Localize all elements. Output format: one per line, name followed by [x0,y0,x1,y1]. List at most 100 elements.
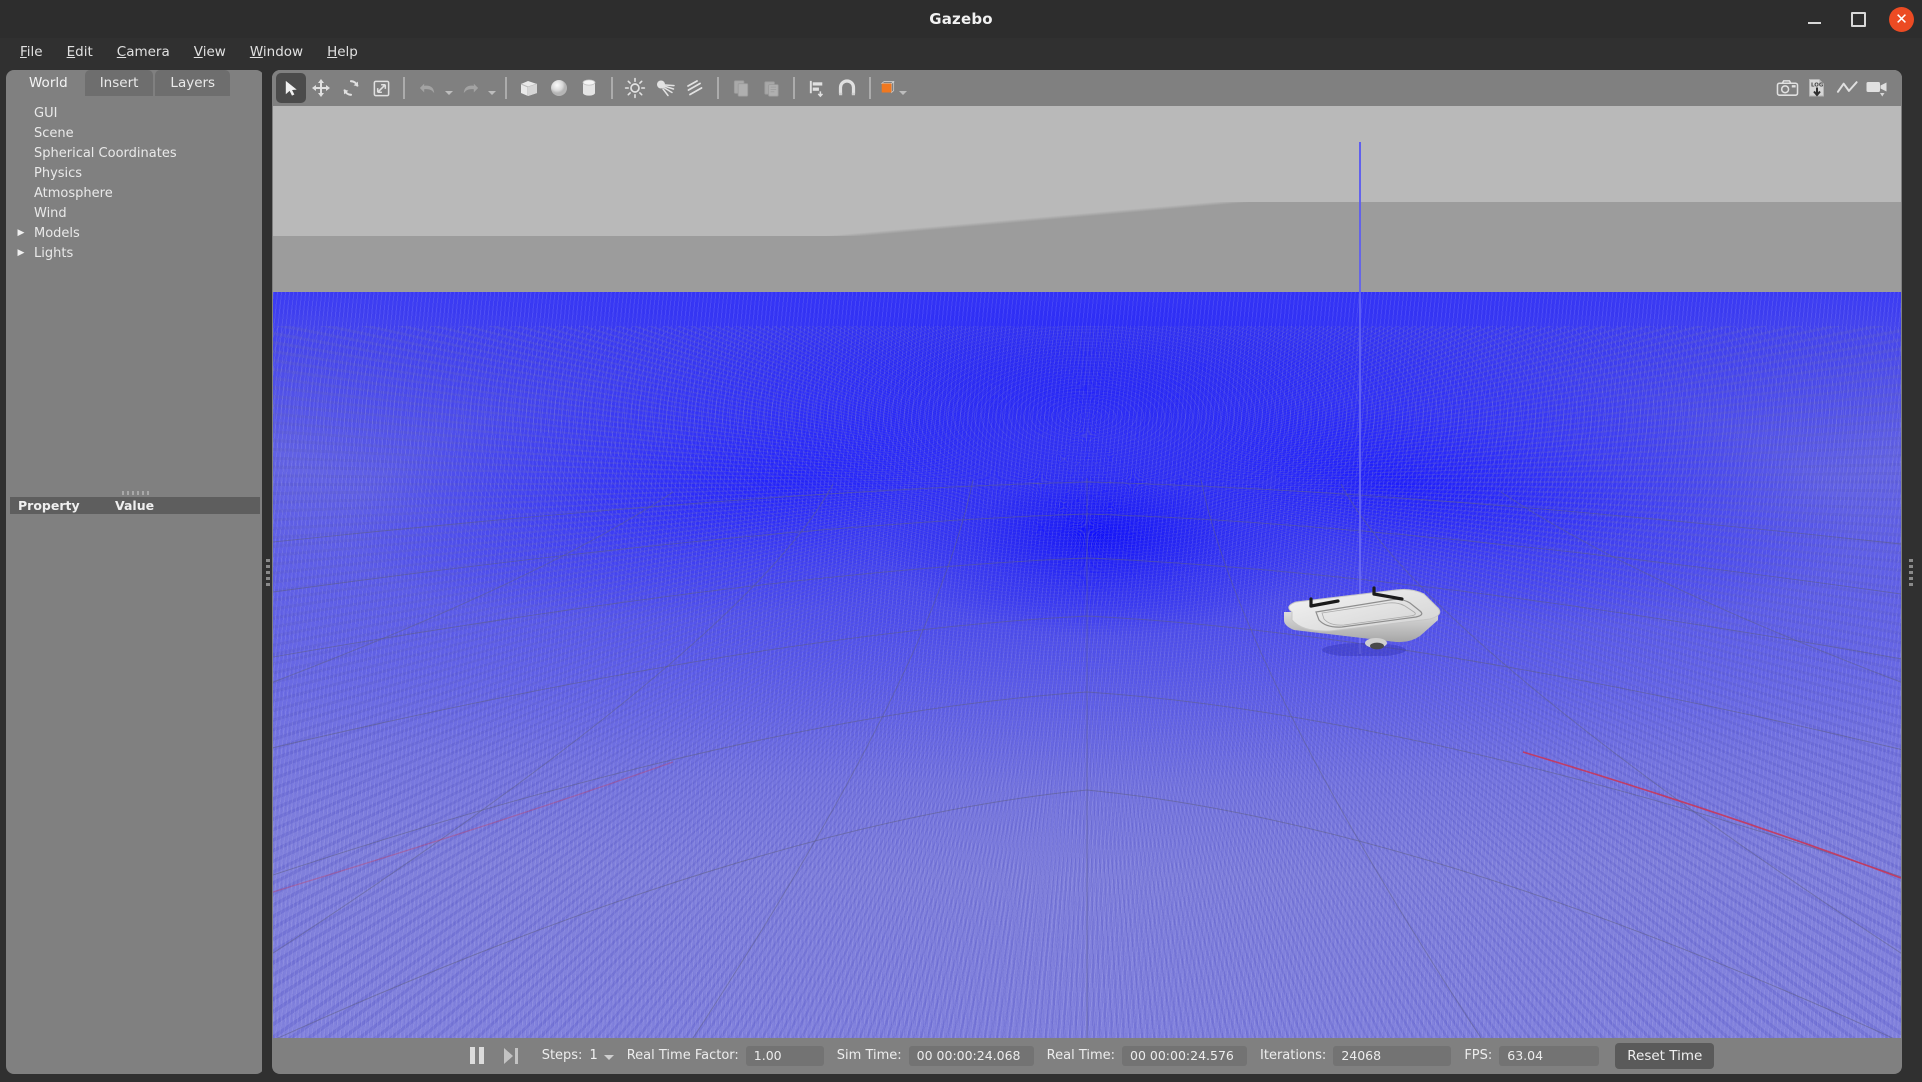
mnemonic: E [66,44,76,60]
iterations-label: Iterations: [1260,1048,1327,1063]
rotate-circular-arrows-icon [343,80,359,96]
sphere-icon [551,80,567,96]
menu-file[interactable]: File [8,41,55,63]
column-header-property: Property [18,498,80,513]
paste-icon [763,80,779,97]
tab-insert[interactable]: Insert [84,70,154,96]
redo-button[interactable] [455,73,485,103]
align-button[interactable] [802,73,832,103]
video-record-button[interactable] [1862,73,1892,103]
menu-view[interactable]: View [182,41,238,63]
toolbar-separator [505,77,507,99]
cursor-arrow-icon [285,80,297,96]
tree-item-label: Models [34,225,80,241]
translate-mode-button[interactable] [306,73,336,103]
splitter-grip-icon [1909,558,1913,586]
view-apply-wrench-button[interactable] [878,73,908,103]
property-table-body[interactable] [10,514,260,1070]
directional-light-button[interactable] [680,73,710,103]
undo-dropdown-arrow[interactable] [442,73,455,103]
snap-button[interactable] [832,73,862,103]
3d-scene[interactable] [273,106,1901,1038]
screenshot-button[interactable] [1772,73,1802,103]
tree-item-spherical-coordinates[interactable]: ▶ Spherical Coordinates [28,143,264,163]
step-forward-icon [503,1047,518,1064]
tree-item-models[interactable]: ▶ Models [18,223,264,243]
step-button[interactable] [494,1043,528,1069]
panel-tab-bar: World Insert Layers [6,70,231,96]
real-time-label: Real Time: [1046,1048,1116,1063]
redo-dropdown-arrow[interactable] [485,73,498,103]
rotate-mode-button[interactable] [336,73,366,103]
right-panel-splitter[interactable] [1900,70,1922,1074]
maximize-button[interactable] [1845,6,1871,32]
iterations-value: 24068 [1333,1045,1452,1066]
tree-item-scene[interactable]: ▶ Scene [28,123,264,143]
log-record-button[interactable]: LOG [1802,73,1832,103]
tree-item-label: Wind [34,205,67,221]
splitter-grip-icon [266,558,270,586]
cylinder-icon [582,79,596,96]
gazebo-window: Gazebo ✕ File Edit Camera View Window He… [0,0,1922,1082]
chevron-right-icon: ▶ [14,168,28,178]
column-header-value: Value [115,498,155,513]
panel-horizontal-splitter[interactable] [6,488,264,497]
copy-button[interactable] [726,73,756,103]
insert-box-button[interactable] [514,73,544,103]
steps-dropdown-arrow[interactable] [603,1054,614,1060]
sim-time-label: Sim Time: [836,1048,902,1063]
camera-icon [1776,79,1798,96]
menu-label-rest: ile [26,44,43,60]
magnet-snap-icon [838,79,856,96]
model-shadow [1322,643,1406,657]
tree-item-wind[interactable]: ▶ Wind [28,203,264,223]
tab-world[interactable]: World [14,70,83,96]
mnemonic: H [327,44,338,60]
x-axis-line [1522,751,1901,879]
reset-time-button[interactable]: Reset Time [1615,1042,1715,1069]
undo-button[interactable] [412,73,442,103]
scale-mode-button[interactable] [366,73,396,103]
world-tree: ▶ GUI ▶ Scene ▶ Spherical Coordinates ▶ … [6,96,264,486]
insert-sphere-button[interactable] [544,73,574,103]
tree-item-lights[interactable]: ▶ Lights [18,243,264,263]
toolbar-separator [793,77,795,99]
mnemonic: C [116,44,127,60]
spot-light-button[interactable] [650,73,680,103]
mnemonic: W [249,44,263,60]
left-panel: World Insert Layers ▶ GUI ▶ Scene ▶ Sphe… [6,70,264,1074]
tree-item-physics[interactable]: ▶ Physics [28,163,264,183]
tree-item-atmosphere[interactable]: ▶ Atmosphere [28,183,264,203]
pause-icon [469,1047,484,1064]
chevron-right-icon: ▶ [14,188,28,198]
menu-label-rest: amera [126,44,170,60]
tree-item-label: Spherical Coordinates [34,145,177,161]
tab-layers[interactable]: Layers [155,70,231,96]
select-mode-button[interactable] [276,73,306,103]
close-icon: ✕ [1895,9,1908,28]
boat-model[interactable] [1278,586,1448,657]
minimize-button[interactable] [1801,6,1827,32]
menu-window[interactable]: Window [238,41,315,63]
menu-help[interactable]: Help [315,41,370,63]
insert-cylinder-button[interactable] [574,73,604,103]
close-button[interactable]: ✕ [1889,6,1914,32]
steps-value[interactable]: 1 [589,1048,597,1063]
chevron-right-icon[interactable]: ▶ [14,228,28,238]
steps-label: Steps: [541,1048,583,1063]
log-download-icon: LOG [1809,79,1824,97]
video-camera-icon [1866,82,1887,97]
paste-button[interactable] [756,73,786,103]
menu-camera[interactable]: Camera [105,41,182,63]
chevron-right-icon[interactable]: ▶ [14,248,28,258]
plot-button[interactable] [1832,73,1862,103]
menu-bar: File Edit Camera View Window Help [0,38,1922,66]
tree-item-gui[interactable]: ▶ GUI [28,103,264,123]
menu-edit[interactable]: Edit [55,41,105,63]
pause-button[interactable] [460,1043,494,1069]
mnemonic: F [20,44,27,60]
align-icon [809,80,823,97]
directional-light-icon [687,80,703,96]
view-dropdown-arrow[interactable] [897,73,908,103]
point-light-button[interactable] [620,73,650,103]
